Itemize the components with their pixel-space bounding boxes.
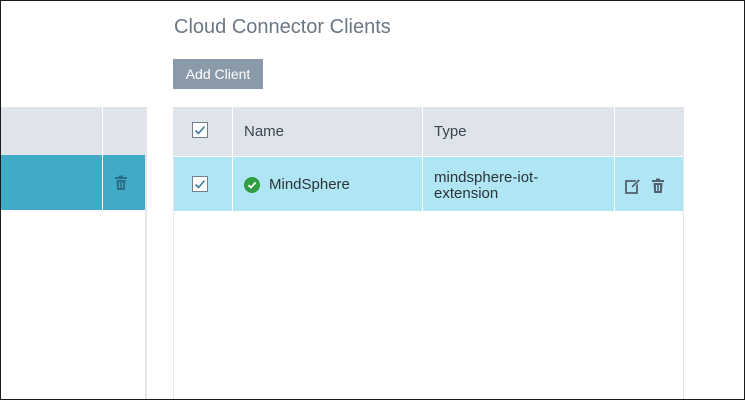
- column-header-type[interactable]: Type: [434, 123, 467, 140]
- client-type: mindsphere-iot-extension: [434, 169, 539, 202]
- checkbox-checked-icon: [194, 125, 206, 135]
- checkbox-checked-icon: [194, 179, 206, 189]
- column-separator: [232, 107, 233, 156]
- row-checkbox[interactable]: [192, 176, 208, 192]
- left-table: [1, 107, 147, 399]
- check-circle-icon: [244, 177, 260, 193]
- edit-icon[interactable]: [625, 178, 641, 194]
- column-separator: [614, 157, 615, 211]
- trash-icon[interactable]: [650, 178, 666, 194]
- page-title: Cloud Connector Clients: [174, 16, 391, 38]
- client-name: MindSphere: [269, 176, 350, 193]
- column-separator: [422, 157, 423, 211]
- select-all-checkbox[interactable]: [192, 122, 208, 138]
- column-header-name[interactable]: Name: [244, 123, 284, 140]
- column-separator: [422, 107, 423, 156]
- clients-table: Name Type MindSphere mindsphere-iot-exte…: [173, 107, 684, 399]
- trash-icon[interactable]: [113, 175, 129, 191]
- app-frame: Cloud Connector Clients Add Client Name …: [0, 0, 745, 400]
- add-client-button[interactable]: Add Client: [173, 59, 263, 89]
- table-row[interactable]: MindSphere mindsphere-iot-extension: [174, 157, 683, 211]
- column-separator: [102, 107, 103, 155]
- left-table-header: [1, 107, 145, 155]
- column-separator: [102, 155, 103, 210]
- table-header: Name Type: [174, 107, 683, 156]
- column-separator: [614, 107, 615, 156]
- column-separator: [232, 157, 233, 211]
- left-table-row-selected[interactable]: [1, 155, 145, 210]
